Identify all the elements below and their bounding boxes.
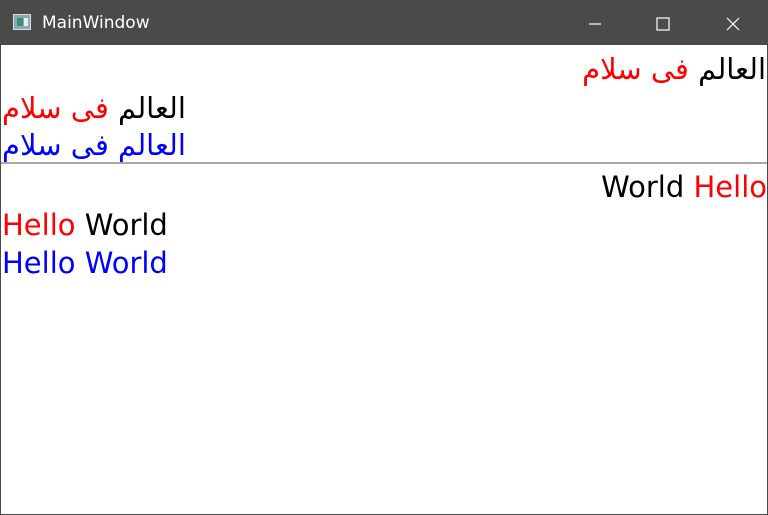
app-icon [13, 14, 31, 30]
maximize-button[interactable] [639, 1, 685, 45]
main-window: MainWindow العالم فی سلام العالم فی سلام [0, 0, 768, 515]
rtl-text-red: فی سلام [582, 52, 689, 86]
rtl-text-blue: العالم فی سلام [2, 128, 186, 162]
ltr-line-right-aligned: World Hello [601, 168, 767, 206]
rtl-line-right-aligned: العالم فی سلام [582, 50, 766, 88]
ltr-text-blue: Hello World [2, 246, 168, 280]
ltr-text-panel: World Hello Hello World Hello World [1, 164, 767, 514]
title-bar[interactable]: MainWindow [1, 1, 767, 45]
minimize-button[interactable] [571, 1, 617, 45]
rtl-text-black: العالم [698, 52, 766, 86]
rtl-text-panel: العالم فی سلام العالم فی سلام العالم فی … [1, 46, 767, 162]
ltr-text-black: World [601, 170, 685, 204]
rtl-line-left-aligned: العالم فی سلام [2, 89, 186, 127]
maximize-icon [656, 17, 670, 31]
close-icon [726, 17, 740, 31]
ltr-line-blue: Hello World [2, 244, 168, 282]
minimize-icon [589, 23, 601, 25]
rtl-text-black: العالم [118, 91, 186, 125]
close-button[interactable] [709, 1, 755, 45]
ltr-text-red: Hello [693, 170, 767, 204]
ltr-line-left-aligned: Hello World [2, 206, 168, 244]
rtl-line-blue: العالم فی سلام [2, 126, 186, 164]
ltr-text-black: World [84, 208, 168, 242]
rtl-text-red: فی سلام [2, 91, 109, 125]
window-title: MainWindow [42, 13, 150, 33]
ltr-text-red: Hello [2, 208, 76, 242]
